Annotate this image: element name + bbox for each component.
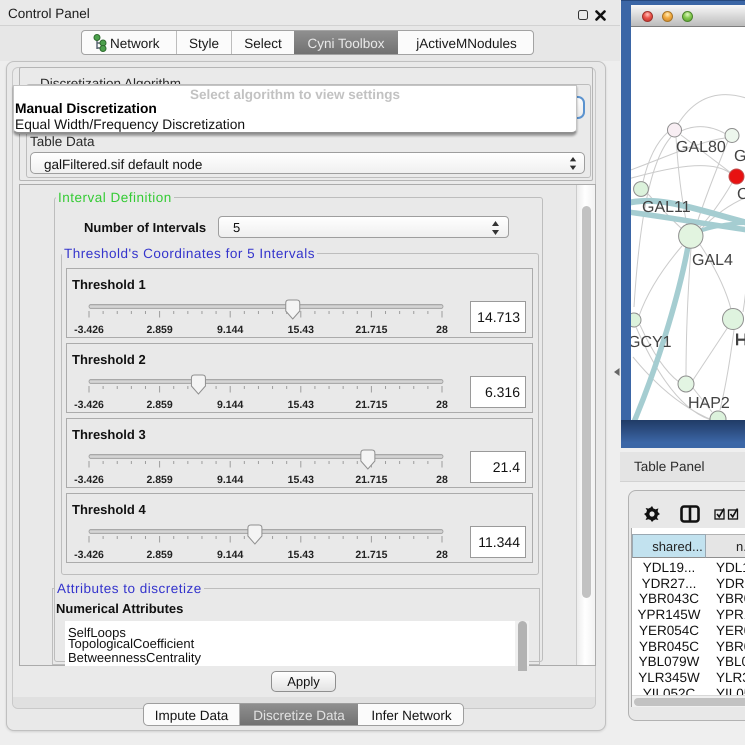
svg-text:9.144: 9.144	[217, 549, 243, 561]
svg-text:2.859: 2.859	[146, 474, 172, 486]
svg-text:28: 28	[436, 474, 448, 486]
svg-text:28: 28	[436, 324, 448, 336]
svg-text:GAL11: GAL11	[642, 199, 691, 216]
svg-text:2.859: 2.859	[146, 399, 172, 411]
svg-text:-3.426: -3.426	[74, 549, 104, 561]
svg-text:21.715: 21.715	[355, 324, 387, 336]
svg-text:15.43: 15.43	[288, 324, 314, 336]
svg-text:15.43: 15.43	[288, 399, 314, 411]
svg-text:21.715: 21.715	[355, 474, 387, 486]
svg-text:GCY1: GCY1	[631, 334, 672, 351]
svg-text:GA: GA	[734, 148, 745, 165]
svg-text:-3.426: -3.426	[74, 324, 104, 336]
svg-text:9.144: 9.144	[217, 399, 243, 411]
svg-text:GAL80: GAL80	[676, 139, 726, 156]
svg-text:-3.426: -3.426	[74, 474, 104, 486]
svg-text:HAP2: HAP2	[688, 395, 730, 412]
svg-text:9.144: 9.144	[217, 474, 243, 486]
svg-text:28: 28	[436, 549, 448, 561]
svg-text:-3.426: -3.426	[74, 399, 104, 411]
svg-text:2.859: 2.859	[146, 549, 172, 561]
svg-text:15.43: 15.43	[288, 549, 314, 561]
svg-text:2.859: 2.859	[146, 324, 172, 336]
svg-text:CA: CA	[737, 186, 745, 203]
svg-text:21.715: 21.715	[355, 549, 387, 561]
svg-text:28: 28	[436, 399, 448, 411]
svg-text:15.43: 15.43	[288, 474, 314, 486]
svg-text:9.144: 9.144	[217, 324, 243, 336]
svg-text:21.715: 21.715	[355, 399, 387, 411]
svg-text:GAL4: GAL4	[692, 252, 733, 269]
